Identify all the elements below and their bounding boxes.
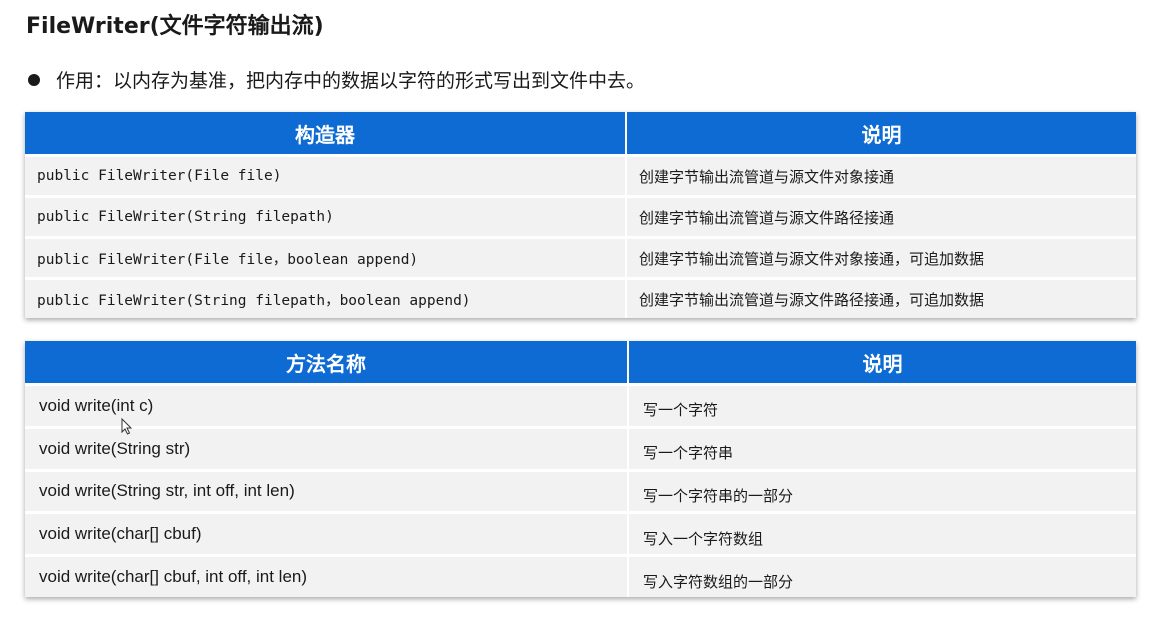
table-row: public FileWriter(File file，boolean appe… — [25, 236, 1136, 277]
purpose-text: 作用：以内存为基准，把内存中的数据以字符的形式写出到文件中去。 — [56, 70, 646, 92]
method-signature: void write(char[] cbuf, int off, int len… — [25, 554, 629, 597]
method-signature: void write(String str, int off, int len) — [25, 468, 629, 512]
table-header-row: 方法名称 说明 — [25, 341, 1136, 383]
constructor-description: 创建字节输出流管道与源文件路径接通 — [627, 195, 1136, 236]
method-signature: void write(char[] cbuf) — [25, 511, 629, 555]
header-method-name: 方法名称 — [25, 341, 629, 383]
method-description: 写一个字符串 — [629, 425, 1136, 469]
methods-table: 方法名称 说明 void write(int c) 写一个字符 void wri… — [25, 341, 1136, 597]
table-header-row: 构造器 说明 — [25, 112, 1136, 154]
method-description: 写一个字符 — [629, 383, 1136, 426]
method-description: 写入一个字符数组 — [629, 511, 1136, 555]
constructor-signature: public FileWriter(File file，boolean appe… — [25, 236, 627, 277]
constructor-description: 创建字节输出流管道与源文件路径接通，可追加数据 — [627, 277, 1136, 318]
header-description: 说明 — [629, 341, 1136, 383]
table-row: void write(String str, int off, int len)… — [25, 468, 1136, 512]
constructor-description: 创建字节输出流管道与源文件对象接通，可追加数据 — [627, 236, 1136, 277]
method-description: 写入字符数组的一部分 — [629, 554, 1136, 597]
constructor-signature: public FileWriter(String filepath，boolea… — [25, 277, 627, 318]
table-row: void write(char[] cbuf) 写入一个字符数组 — [25, 511, 1136, 555]
constructors-table: 构造器 说明 public FileWriter(File file) 创建字节… — [25, 112, 1136, 318]
method-signature: void write(String str) — [25, 425, 629, 469]
header-constructor: 构造器 — [25, 112, 627, 154]
table-row: public FileWriter(File file) 创建字节输出流管道与源… — [25, 154, 1136, 195]
method-description: 写一个字符串的一部分 — [629, 468, 1136, 512]
header-description: 说明 — [627, 112, 1136, 154]
table-row: public FileWriter(String filepath) 创建字节输… — [25, 195, 1136, 236]
constructor-signature: public FileWriter(File file) — [25, 154, 627, 195]
table-row: void write(int c) 写一个字符 — [25, 383, 1136, 426]
table-row: void write(char[] cbuf, int off, int len… — [25, 554, 1136, 597]
page-title: FileWriter(文件字符输出流) — [26, 14, 324, 39]
bullet-dot-icon — [28, 73, 40, 86]
constructor-signature: public FileWriter(String filepath) — [25, 195, 627, 236]
mouse-cursor-icon — [121, 418, 133, 435]
purpose-bullet: 作用：以内存为基准，把内存中的数据以字符的形式写出到文件中去。 — [28, 66, 645, 93]
constructor-description: 创建字节输出流管道与源文件对象接通 — [627, 154, 1136, 195]
table-row: void write(String str) 写一个字符串 — [25, 425, 1136, 469]
method-signature: void write(int c) — [25, 383, 629, 426]
table-row: public FileWriter(String filepath，boolea… — [25, 277, 1136, 318]
